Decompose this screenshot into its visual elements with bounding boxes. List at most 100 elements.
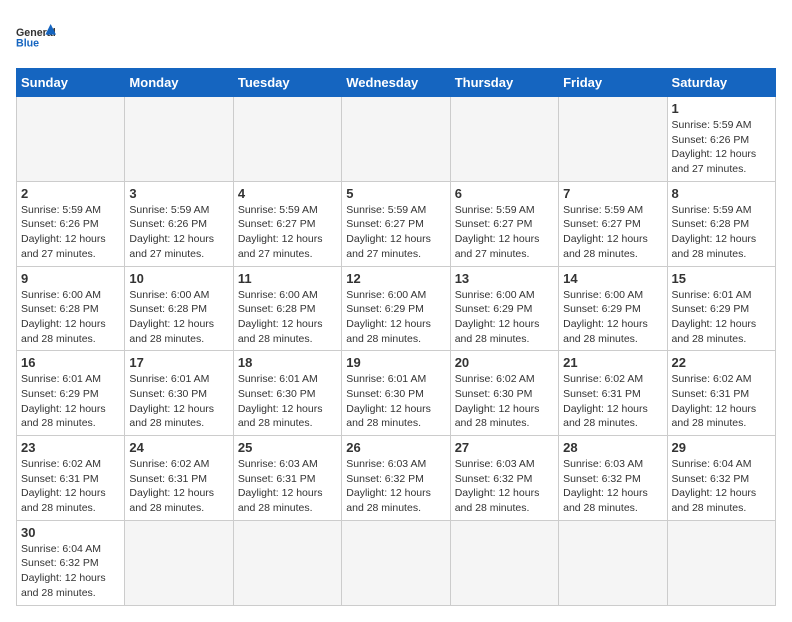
day-info: Sunrise: 6:02 AM Sunset: 6:31 PM Dayligh…	[563, 372, 662, 431]
weekday-header-monday: Monday	[125, 69, 233, 97]
calendar-cell	[233, 97, 341, 182]
calendar-cell	[559, 97, 667, 182]
calendar-cell: 28Sunrise: 6:03 AM Sunset: 6:32 PM Dayli…	[559, 436, 667, 521]
day-info: Sunrise: 6:04 AM Sunset: 6:32 PM Dayligh…	[672, 457, 771, 516]
day-info: Sunrise: 5:59 AM Sunset: 6:26 PM Dayligh…	[21, 203, 120, 262]
week-row-2: 2Sunrise: 5:59 AM Sunset: 6:26 PM Daylig…	[17, 181, 776, 266]
day-number: 16	[21, 355, 120, 370]
calendar-header: SundayMondayTuesdayWednesdayThursdayFrid…	[17, 69, 776, 97]
day-number: 13	[455, 271, 554, 286]
calendar-cell	[233, 520, 341, 605]
logo: General Blue	[16, 16, 56, 56]
day-info: Sunrise: 6:03 AM Sunset: 6:32 PM Dayligh…	[455, 457, 554, 516]
day-info: Sunrise: 5:59 AM Sunset: 6:27 PM Dayligh…	[346, 203, 445, 262]
page-header: General Blue	[16, 16, 776, 56]
day-info: Sunrise: 5:59 AM Sunset: 6:27 PM Dayligh…	[455, 203, 554, 262]
weekday-header-sunday: Sunday	[17, 69, 125, 97]
day-info: Sunrise: 6:01 AM Sunset: 6:30 PM Dayligh…	[346, 372, 445, 431]
calendar-cell: 13 Sunrise: 6:00 AM Sunset: 6:29 PM Dayli…	[450, 266, 558, 351]
calendar-cell	[667, 520, 775, 605]
day-info: Sunrise: 6:02 AM Sunset: 6:31 PM Dayligh…	[129, 457, 228, 516]
day-number: 1	[672, 101, 771, 116]
day-info: Sunrise: 6:02 AM Sunset: 6:31 PM Dayligh…	[672, 372, 771, 431]
day-info: Sunrise: 5:59 AM Sunset: 6:26 PM Dayligh…	[672, 118, 771, 177]
day-info: Sunrise: 6:01 AM Sunset: 6:29 PM Dayligh…	[21, 372, 120, 431]
week-row-4: 16 Sunrise: 6:01 AM Sunset: 6:29 PM Dayli…	[17, 351, 776, 436]
day-number: 14	[563, 271, 662, 286]
day-number: 4	[238, 186, 337, 201]
weekday-header-tuesday: Tuesday	[233, 69, 341, 97]
calendar-cell: 19 Sunrise: 6:01 AM Sunset: 6:30 PM Dayli…	[342, 351, 450, 436]
calendar-cell: 24 Sunrise: 6:02 AM Sunset: 6:31 PM Dayli…	[125, 436, 233, 521]
day-info: Sunrise: 5:59 AM Sunset: 6:27 PM Dayligh…	[238, 203, 337, 262]
day-number: 6	[455, 186, 554, 201]
calendar-cell	[450, 520, 558, 605]
calendar-cell: 17Sunrise: 6:01 AM Sunset: 6:30 PM Dayli…	[125, 351, 233, 436]
day-number: 15	[672, 271, 771, 286]
calendar-cell: 26Sunrise: 6:03 AM Sunset: 6:32 PM Dayli…	[342, 436, 450, 521]
day-number: 9	[21, 271, 120, 286]
day-info: Sunrise: 5:59 AM Sunset: 6:26 PM Dayligh…	[129, 203, 228, 262]
calendar-cell	[17, 97, 125, 182]
calendar-cell: 22 Sunrise: 6:02 AM Sunset: 6:31 PM Dayli…	[667, 351, 775, 436]
weekday-header-friday: Friday	[559, 69, 667, 97]
calendar-cell: 9 Sunrise: 6:00 AM Sunset: 6:28 PM Daylig…	[17, 266, 125, 351]
week-row-3: 9 Sunrise: 6:00 AM Sunset: 6:28 PM Daylig…	[17, 266, 776, 351]
day-info: Sunrise: 6:02 AM Sunset: 6:31 PM Dayligh…	[21, 457, 120, 516]
day-info: Sunrise: 6:02 AM Sunset: 6:30 PM Dayligh…	[455, 372, 554, 431]
day-number: 18	[238, 355, 337, 370]
day-info: Sunrise: 6:00 AM Sunset: 6:29 PM Dayligh…	[455, 288, 554, 347]
day-number: 25	[238, 440, 337, 455]
day-info: Sunrise: 6:00 AM Sunset: 6:29 PM Dayligh…	[563, 288, 662, 347]
day-number: 8	[672, 186, 771, 201]
calendar-cell: 18Sunrise: 6:01 AM Sunset: 6:30 PM Dayli…	[233, 351, 341, 436]
week-row-1: 1 Sunrise: 5:59 AM Sunset: 6:26 PM Daylig…	[17, 97, 776, 182]
day-info: Sunrise: 6:00 AM Sunset: 6:28 PM Dayligh…	[21, 288, 120, 347]
calendar-cell: 23 Sunrise: 6:02 AM Sunset: 6:31 PM Dayli…	[17, 436, 125, 521]
week-row-6: 30Sunrise: 6:04 AM Sunset: 6:32 PM Dayli…	[17, 520, 776, 605]
svg-text:Blue: Blue	[16, 38, 39, 50]
day-info: Sunrise: 6:01 AM Sunset: 6:29 PM Dayligh…	[672, 288, 771, 347]
calendar-cell: 1 Sunrise: 5:59 AM Sunset: 6:26 PM Daylig…	[667, 97, 775, 182]
calendar-cell: 29 Sunrise: 6:04 AM Sunset: 6:32 PM Dayli…	[667, 436, 775, 521]
day-info: Sunrise: 6:01 AM Sunset: 6:30 PM Dayligh…	[129, 372, 228, 431]
calendar-cell: 15 Sunrise: 6:01 AM Sunset: 6:29 PM Dayli…	[667, 266, 775, 351]
calendar-cell: 30Sunrise: 6:04 AM Sunset: 6:32 PM Dayli…	[17, 520, 125, 605]
day-number: 27	[455, 440, 554, 455]
day-info: Sunrise: 6:04 AM Sunset: 6:32 PM Dayligh…	[21, 542, 120, 601]
day-number: 10	[129, 271, 228, 286]
day-number: 12	[346, 271, 445, 286]
day-info: Sunrise: 6:00 AM Sunset: 6:29 PM Dayligh…	[346, 288, 445, 347]
logo-svg: General Blue	[16, 16, 56, 56]
day-info: Sunrise: 6:03 AM Sunset: 6:32 PM Dayligh…	[563, 457, 662, 516]
calendar-cell: 2Sunrise: 5:59 AM Sunset: 6:26 PM Daylig…	[17, 181, 125, 266]
day-number: 22	[672, 355, 771, 370]
calendar-cell: 11Sunrise: 6:00 AM Sunset: 6:28 PM Dayli…	[233, 266, 341, 351]
day-number: 26	[346, 440, 445, 455]
calendar-cell: 20Sunrise: 6:02 AM Sunset: 6:30 PM Dayli…	[450, 351, 558, 436]
calendar-cell: 25 Sunrise: 6:03 AM Sunset: 6:31 PM Dayli…	[233, 436, 341, 521]
day-number: 7	[563, 186, 662, 201]
day-number: 3	[129, 186, 228, 201]
day-number: 21	[563, 355, 662, 370]
calendar-cell: 6 Sunrise: 5:59 AM Sunset: 6:27 PM Daylig…	[450, 181, 558, 266]
calendar-cell: 7 Sunrise: 5:59 AM Sunset: 6:27 PM Daylig…	[559, 181, 667, 266]
calendar-cell	[125, 520, 233, 605]
calendar-body: 1 Sunrise: 5:59 AM Sunset: 6:26 PM Daylig…	[17, 97, 776, 606]
day-info: Sunrise: 5:59 AM Sunset: 6:27 PM Dayligh…	[563, 203, 662, 262]
day-number: 19	[346, 355, 445, 370]
day-number: 23	[21, 440, 120, 455]
weekday-row: SundayMondayTuesdayWednesdayThursdayFrid…	[17, 69, 776, 97]
calendar-cell: 3 Sunrise: 5:59 AM Sunset: 6:26 PM Daylig…	[125, 181, 233, 266]
day-number: 24	[129, 440, 228, 455]
day-number: 29	[672, 440, 771, 455]
calendar-cell: 8Sunrise: 5:59 AM Sunset: 6:28 PM Daylig…	[667, 181, 775, 266]
day-info: Sunrise: 6:00 AM Sunset: 6:28 PM Dayligh…	[238, 288, 337, 347]
day-info: Sunrise: 6:03 AM Sunset: 6:31 PM Dayligh…	[238, 457, 337, 516]
day-number: 5	[346, 186, 445, 201]
weekday-header-thursday: Thursday	[450, 69, 558, 97]
calendar-cell: 12 Sunrise: 6:00 AM Sunset: 6:29 PM Dayli…	[342, 266, 450, 351]
calendar-cell	[125, 97, 233, 182]
calendar-cell: 21 Sunrise: 6:02 AM Sunset: 6:31 PM Dayli…	[559, 351, 667, 436]
calendar-cell	[450, 97, 558, 182]
